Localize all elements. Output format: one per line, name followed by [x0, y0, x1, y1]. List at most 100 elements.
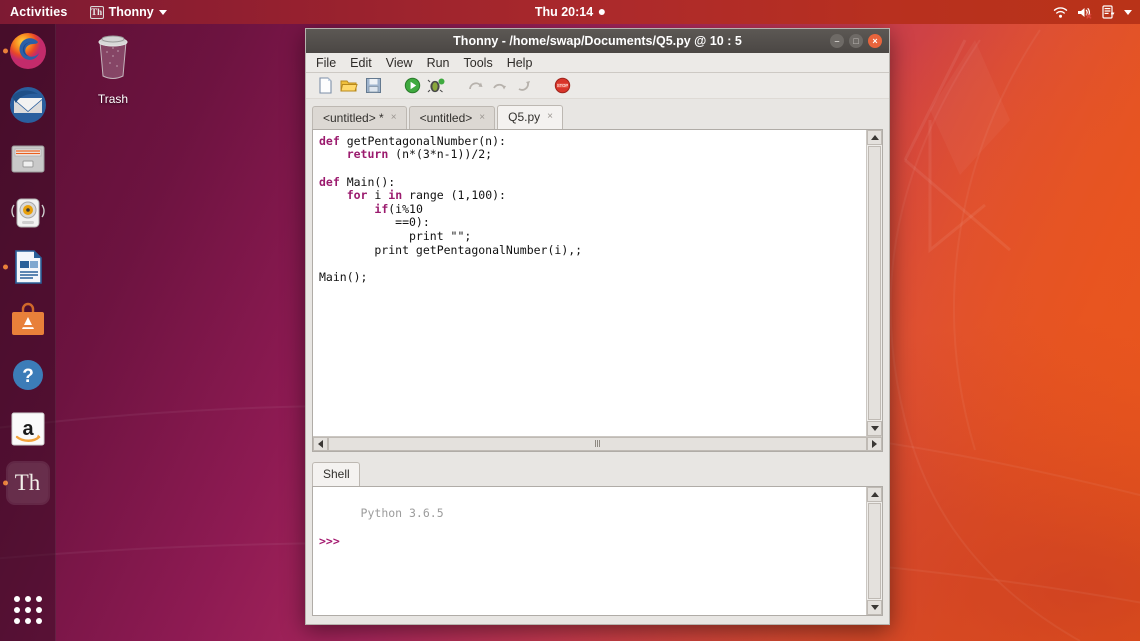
shell-notebook: Shell — [306, 452, 889, 486]
activities-button[interactable]: Activities — [10, 5, 68, 19]
trash-icon — [84, 32, 142, 84]
help-icon: ? — [8, 355, 48, 395]
dock-item-rhythmbox[interactable] — [0, 186, 56, 240]
scroll-down-button[interactable] — [867, 600, 882, 615]
menu-item-file[interactable]: File — [316, 56, 336, 70]
editor-tab-q5[interactable]: Q5.py × — [497, 105, 563, 129]
editor-vertical-scrollbar[interactable] — [866, 130, 882, 436]
close-icon[interactable]: × — [391, 112, 397, 123]
firefox-icon — [8, 31, 48, 71]
window-controls: – □ × — [830, 34, 882, 48]
minimize-button[interactable]: – — [830, 34, 844, 48]
running-indicator-icon — [3, 265, 8, 270]
menu-item-run[interactable]: Run — [427, 56, 450, 70]
python-version-line: Python 3.6.5 — [361, 506, 444, 520]
editor-tabs: <untitled> * × <untitled> × Q5.py × — [312, 105, 883, 129]
launcher-dock: ? a Th — [0, 24, 56, 641]
dock-item-files[interactable] — [0, 132, 56, 186]
show-applications-button[interactable] — [0, 585, 56, 635]
volume-muted-icon — [1077, 6, 1093, 19]
svg-text:STOP: STOP — [556, 83, 568, 88]
running-indicator-icon — [3, 49, 8, 54]
scrollbar-thumb[interactable] — [328, 437, 867, 451]
top-bar: Activities Th Thonny Thu 20:14 — [0, 0, 1140, 24]
system-menu-caret-icon[interactable] — [1124, 10, 1132, 15]
scrollbar-thumb[interactable] — [868, 503, 881, 599]
debug-icon[interactable] — [427, 77, 445, 95]
trash-label: Trash — [84, 92, 142, 106]
dock-item-help[interactable]: ? — [0, 348, 56, 402]
wifi-icon — [1053, 6, 1068, 19]
menu-item-edit[interactable]: Edit — [350, 56, 372, 70]
tab-label: Q5.py — [508, 110, 540, 124]
close-icon[interactable]: × — [479, 112, 485, 123]
step-into-icon — [490, 77, 508, 95]
menu-item-help[interactable]: Help — [507, 56, 533, 70]
menu-item-view[interactable]: View — [386, 56, 413, 70]
shell-output[interactable]: Python 3.6.5 >>> — [313, 487, 866, 615]
tab-label: <untitled> — [420, 111, 473, 125]
maximize-button[interactable]: □ — [849, 34, 863, 48]
stop-icon[interactable]: STOP — [553, 77, 571, 95]
notification-dot-icon — [599, 9, 605, 15]
scrollbar-thumb[interactable] — [868, 146, 881, 420]
dock-item-libreoffice-writer[interactable] — [0, 240, 56, 294]
toolbar: STOP — [306, 73, 889, 98]
app-menu-button[interactable]: Th Thonny — [90, 5, 167, 19]
scroll-right-button[interactable] — [867, 437, 882, 451]
dock-item-amazon[interactable]: a — [0, 402, 56, 456]
scrollbar-trough[interactable] — [328, 437, 867, 451]
tab-label: Shell — [323, 467, 350, 481]
thunderbird-icon — [8, 85, 48, 125]
step-over-icon — [466, 77, 484, 95]
ubuntu-software-icon — [8, 301, 48, 341]
new-file-icon[interactable] — [316, 77, 334, 95]
shell-tabs: Shell — [312, 462, 883, 486]
shell-vertical-scrollbar[interactable] — [866, 487, 882, 615]
editor-tab-untitled[interactable]: <untitled> × — [409, 106, 496, 129]
dock-item-thunderbird[interactable] — [0, 78, 56, 132]
system-tray[interactable] — [1053, 5, 1132, 19]
editor-tab-untitled-modified[interactable]: <untitled> * × — [312, 106, 407, 129]
step-out-icon — [514, 77, 532, 95]
dock-item-ubuntu-software[interactable] — [0, 294, 56, 348]
close-button[interactable]: × — [868, 34, 882, 48]
shell-tab[interactable]: Shell — [312, 462, 360, 486]
menu-item-tools[interactable]: Tools — [464, 56, 493, 70]
close-icon[interactable]: × — [547, 111, 553, 122]
libreoffice-writer-icon — [8, 247, 48, 287]
running-indicator-icon — [3, 481, 8, 486]
svg-text:?: ? — [22, 366, 34, 387]
clock-button[interactable]: Thu 20:14 — [535, 5, 605, 19]
svg-text:a: a — [22, 418, 34, 440]
scroll-left-button[interactable] — [313, 437, 328, 451]
window-title: Thonny - /home/swap/Documents/Q5.py @ 10… — [453, 34, 742, 48]
window-titlebar[interactable]: Thonny - /home/swap/Documents/Q5.py @ 10… — [306, 29, 889, 53]
files-icon — [8, 139, 48, 179]
shell-prompt: >>> — [319, 534, 340, 548]
open-file-icon[interactable] — [340, 77, 358, 95]
battery-icon — [1102, 5, 1115, 19]
grip-icon — [595, 440, 600, 447]
code-editor[interactable]: def getPentagonalNumber(n): return (n*(3… — [313, 130, 866, 436]
scroll-up-button[interactable] — [867, 130, 882, 145]
editor-horizontal-scrollbar[interactable] — [313, 436, 882, 451]
run-icon[interactable] — [403, 77, 421, 95]
dock-item-firefox[interactable] — [0, 24, 56, 78]
clock-label: Thu 20:14 — [535, 5, 593, 19]
dock-item-thonny[interactable]: Th — [0, 456, 56, 510]
chevron-down-icon — [159, 10, 167, 15]
tab-label: <untitled> * — [323, 111, 384, 125]
app-menu-label: Thonny — [109, 5, 154, 19]
scroll-up-button[interactable] — [867, 487, 882, 502]
rhythmbox-icon — [8, 193, 48, 233]
thonny-icon: Th — [8, 463, 48, 503]
save-file-icon[interactable] — [364, 77, 382, 95]
desktop-icon-trash[interactable]: Trash — [84, 32, 142, 106]
amazon-icon: a — [8, 409, 48, 449]
scroll-down-button[interactable] — [867, 421, 882, 436]
thonny-icon: Th — [90, 6, 104, 19]
editor-panel: def getPentagonalNumber(n): return (n*(3… — [312, 129, 883, 452]
editor-notebook: <untitled> * × <untitled> × Q5.py × — [306, 99, 889, 129]
menu-bar: File Edit View Run Tools Help — [306, 53, 889, 73]
